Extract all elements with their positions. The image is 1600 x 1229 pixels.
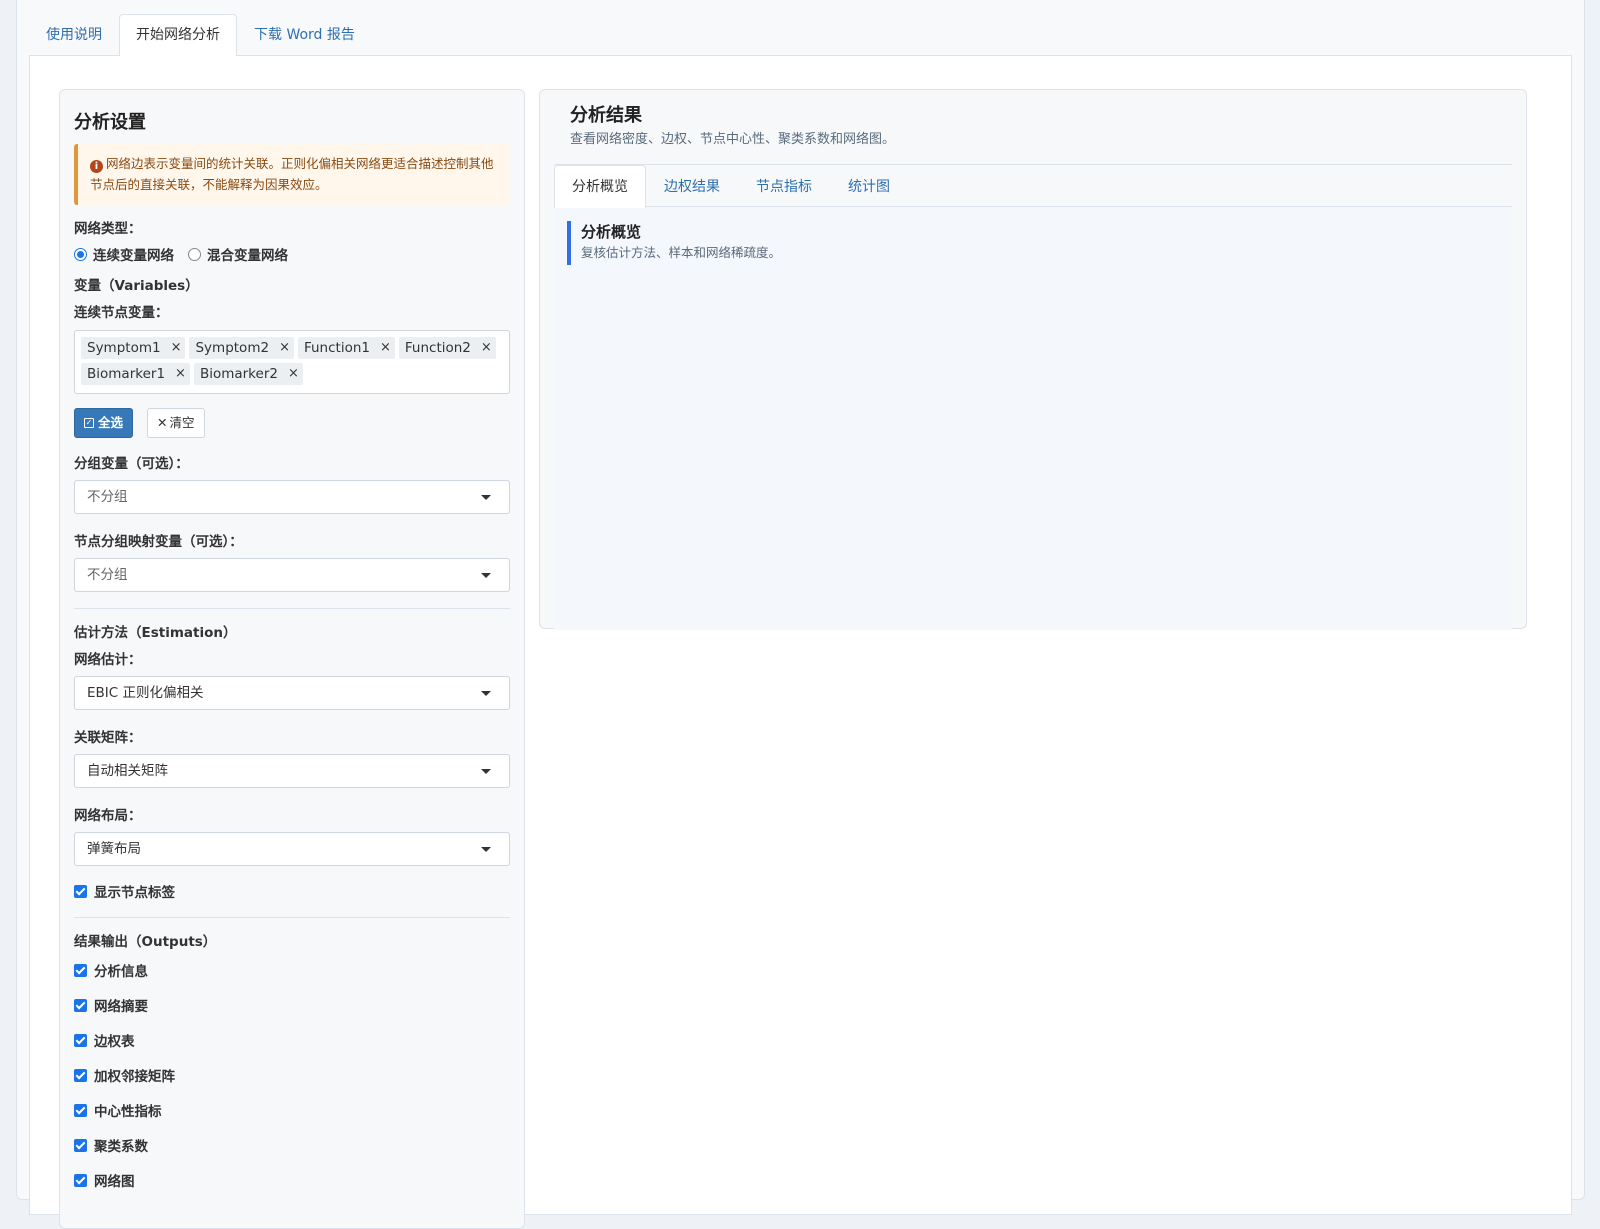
radio-mixed-label[interactable]: 混合变量网络	[207, 244, 288, 264]
results-panel: 分析结果 查看网络密度、边权、节点中心性、聚类系数和网络图。 分析概览 边权结果…	[539, 89, 1527, 630]
var-buttons: ✓ 全选 ✕ 清空	[74, 408, 510, 438]
tag-function2: Function2 ×	[398, 337, 496, 359]
estimation-section-title: 估计方法（Estimation）	[74, 625, 237, 641]
estimation-label: 网络估计：	[74, 652, 142, 668]
tag-remove-icon[interactable]: ×	[279, 337, 290, 359]
tag-biomarker1: Biomarker1 ×	[81, 363, 190, 385]
output-checkbox[interactable]	[74, 1173, 87, 1187]
output-checkbox[interactable]	[74, 1103, 87, 1117]
output-network-plot[interactable]: 网络图	[74, 1170, 510, 1190]
output-checkbox[interactable]	[74, 998, 87, 1012]
caret-down-icon	[481, 573, 491, 578]
output-network-summary[interactable]: 网络摘要	[74, 995, 510, 1015]
show-labels-row[interactable]: 显示节点标签	[74, 881, 510, 901]
network-type-radios: 连续变量网络 混合变量网络	[74, 244, 510, 264]
select-all-button[interactable]: ✓ 全选	[74, 408, 134, 438]
radio-continuous-label[interactable]: 连续变量网络	[93, 244, 174, 264]
matrix-select[interactable]: 自动相关矩阵	[74, 754, 510, 788]
alert-text: 网络边表示变量间的统计关联。正则化偏相关网络更适合描述控制其他节点后的直接关联，…	[90, 156, 494, 192]
overview-subtitle: 复核估计方法、样本和网络稀疏度。	[581, 245, 782, 260]
tag-symptom1: Symptom1 ×	[81, 337, 186, 359]
tab-edge-weights[interactable]: 边权结果	[646, 165, 738, 207]
results-subtitle: 查看网络密度、边权、节点中心性、聚类系数和网络图。	[570, 132, 896, 147]
layout-select[interactable]: 弹簧布局	[74, 832, 510, 866]
output-centrality[interactable]: 中心性指标	[74, 1100, 510, 1120]
overview-title: 分析概览	[581, 223, 642, 241]
output-clustering[interactable]: 聚类系数	[74, 1135, 510, 1155]
output-analysis-info[interactable]: 分析信息	[74, 960, 510, 980]
info-icon: i	[90, 160, 103, 173]
caret-down-icon	[481, 769, 491, 774]
settings-title: 分析设置	[74, 112, 146, 133]
tab-download-report[interactable]: 下载 Word 报告	[237, 14, 372, 56]
tag-remove-icon[interactable]: ×	[380, 337, 391, 359]
radio-continuous[interactable]	[74, 247, 87, 261]
clear-button[interactable]: ✕ 清空	[147, 408, 205, 438]
overview-card: 分析概览 复核估计方法、样本和网络稀疏度。	[567, 221, 1512, 265]
continuous-vars-label: 连续节点变量：	[74, 305, 169, 321]
continuous-vars-input[interactable]: Symptom1 × Symptom2 × Function1 × Function2…	[74, 330, 510, 394]
group-var-select[interactable]: 不分组	[74, 480, 510, 514]
node-group-label: 节点分组映射变量（可选）：	[74, 534, 243, 550]
tab-overview[interactable]: 分析概览	[554, 165, 646, 208]
caret-down-icon	[481, 495, 491, 500]
layout-label: 网络布局：	[74, 808, 142, 824]
results-tab-bar: 分析概览 边权结果 节点指标 统计图	[554, 165, 1512, 208]
tag-remove-icon[interactable]: ×	[481, 337, 492, 359]
show-labels-checkbox[interactable]	[74, 884, 87, 898]
tag-symptom2: Symptom2 ×	[189, 337, 294, 359]
divider	[74, 608, 510, 609]
network-type-label: 网络类型：	[74, 221, 142, 237]
tag-remove-icon[interactable]: ×	[171, 337, 182, 359]
caret-down-icon	[481, 691, 491, 696]
close-icon: ✕	[157, 415, 168, 430]
top-tab-bar: 使用说明 开始网络分析 下载 Word 报告	[29, 14, 372, 56]
warning-alert: i 网络边表示变量间的统计关联。正则化偏相关网络更适合描述控制其他节点后的直接关联…	[74, 144, 510, 205]
tab-node-metrics[interactable]: 节点指标	[738, 165, 830, 207]
outputs-section-title: 结果输出（Outputs）	[74, 934, 217, 950]
tab-charts[interactable]: 统计图	[830, 165, 908, 207]
matrix-label: 关联矩阵：	[74, 730, 142, 746]
main-content: 分析设置 i 网络边表示变量间的统计关联。正则化偏相关网络更适合描述控制其他节点后…	[29, 55, 1572, 1229]
tag-biomarker2: Biomarker2 ×	[193, 363, 303, 385]
output-checkbox[interactable]	[74, 1068, 87, 1082]
tab-instructions[interactable]: 使用说明	[29, 14, 119, 56]
output-edge-table[interactable]: 边权表	[74, 1030, 510, 1050]
caret-down-icon	[481, 847, 491, 852]
output-checkbox[interactable]	[74, 963, 87, 977]
tag-remove-icon[interactable]: ×	[288, 363, 299, 385]
output-adjacency-matrix[interactable]: 加权邻接矩阵	[74, 1065, 510, 1085]
group-var-label: 分组变量（可选）：	[74, 456, 189, 472]
overview-pane: 分析概览 复核估计方法、样本和网络稀疏度。	[554, 207, 1512, 630]
tab-start-analysis[interactable]: 开始网络分析	[119, 14, 237, 56]
divider	[74, 917, 510, 918]
output-checkbox[interactable]	[74, 1033, 87, 1047]
radio-mixed[interactable]	[188, 247, 201, 261]
results-title: 分析结果	[570, 105, 642, 126]
node-group-select[interactable]: 不分组	[74, 558, 510, 592]
settings-panel: 分析设置 i 网络边表示变量间的统计关联。正则化偏相关网络更适合描述控制其他节点后…	[59, 89, 525, 1229]
variables-section-title: 变量（Variables）	[74, 278, 199, 294]
output-checkbox[interactable]	[74, 1138, 87, 1152]
tag-function1: Function1 ×	[297, 337, 395, 359]
tag-remove-icon[interactable]: ×	[175, 363, 186, 385]
app-window: 使用说明 开始网络分析 下载 Word 报告 分析设置 i 网络边表示变量间的统计…	[16, 0, 1585, 1229]
check-square-icon: ✓	[84, 418, 94, 428]
estimation-select[interactable]: EBIC 正则化偏相关	[74, 676, 510, 710]
